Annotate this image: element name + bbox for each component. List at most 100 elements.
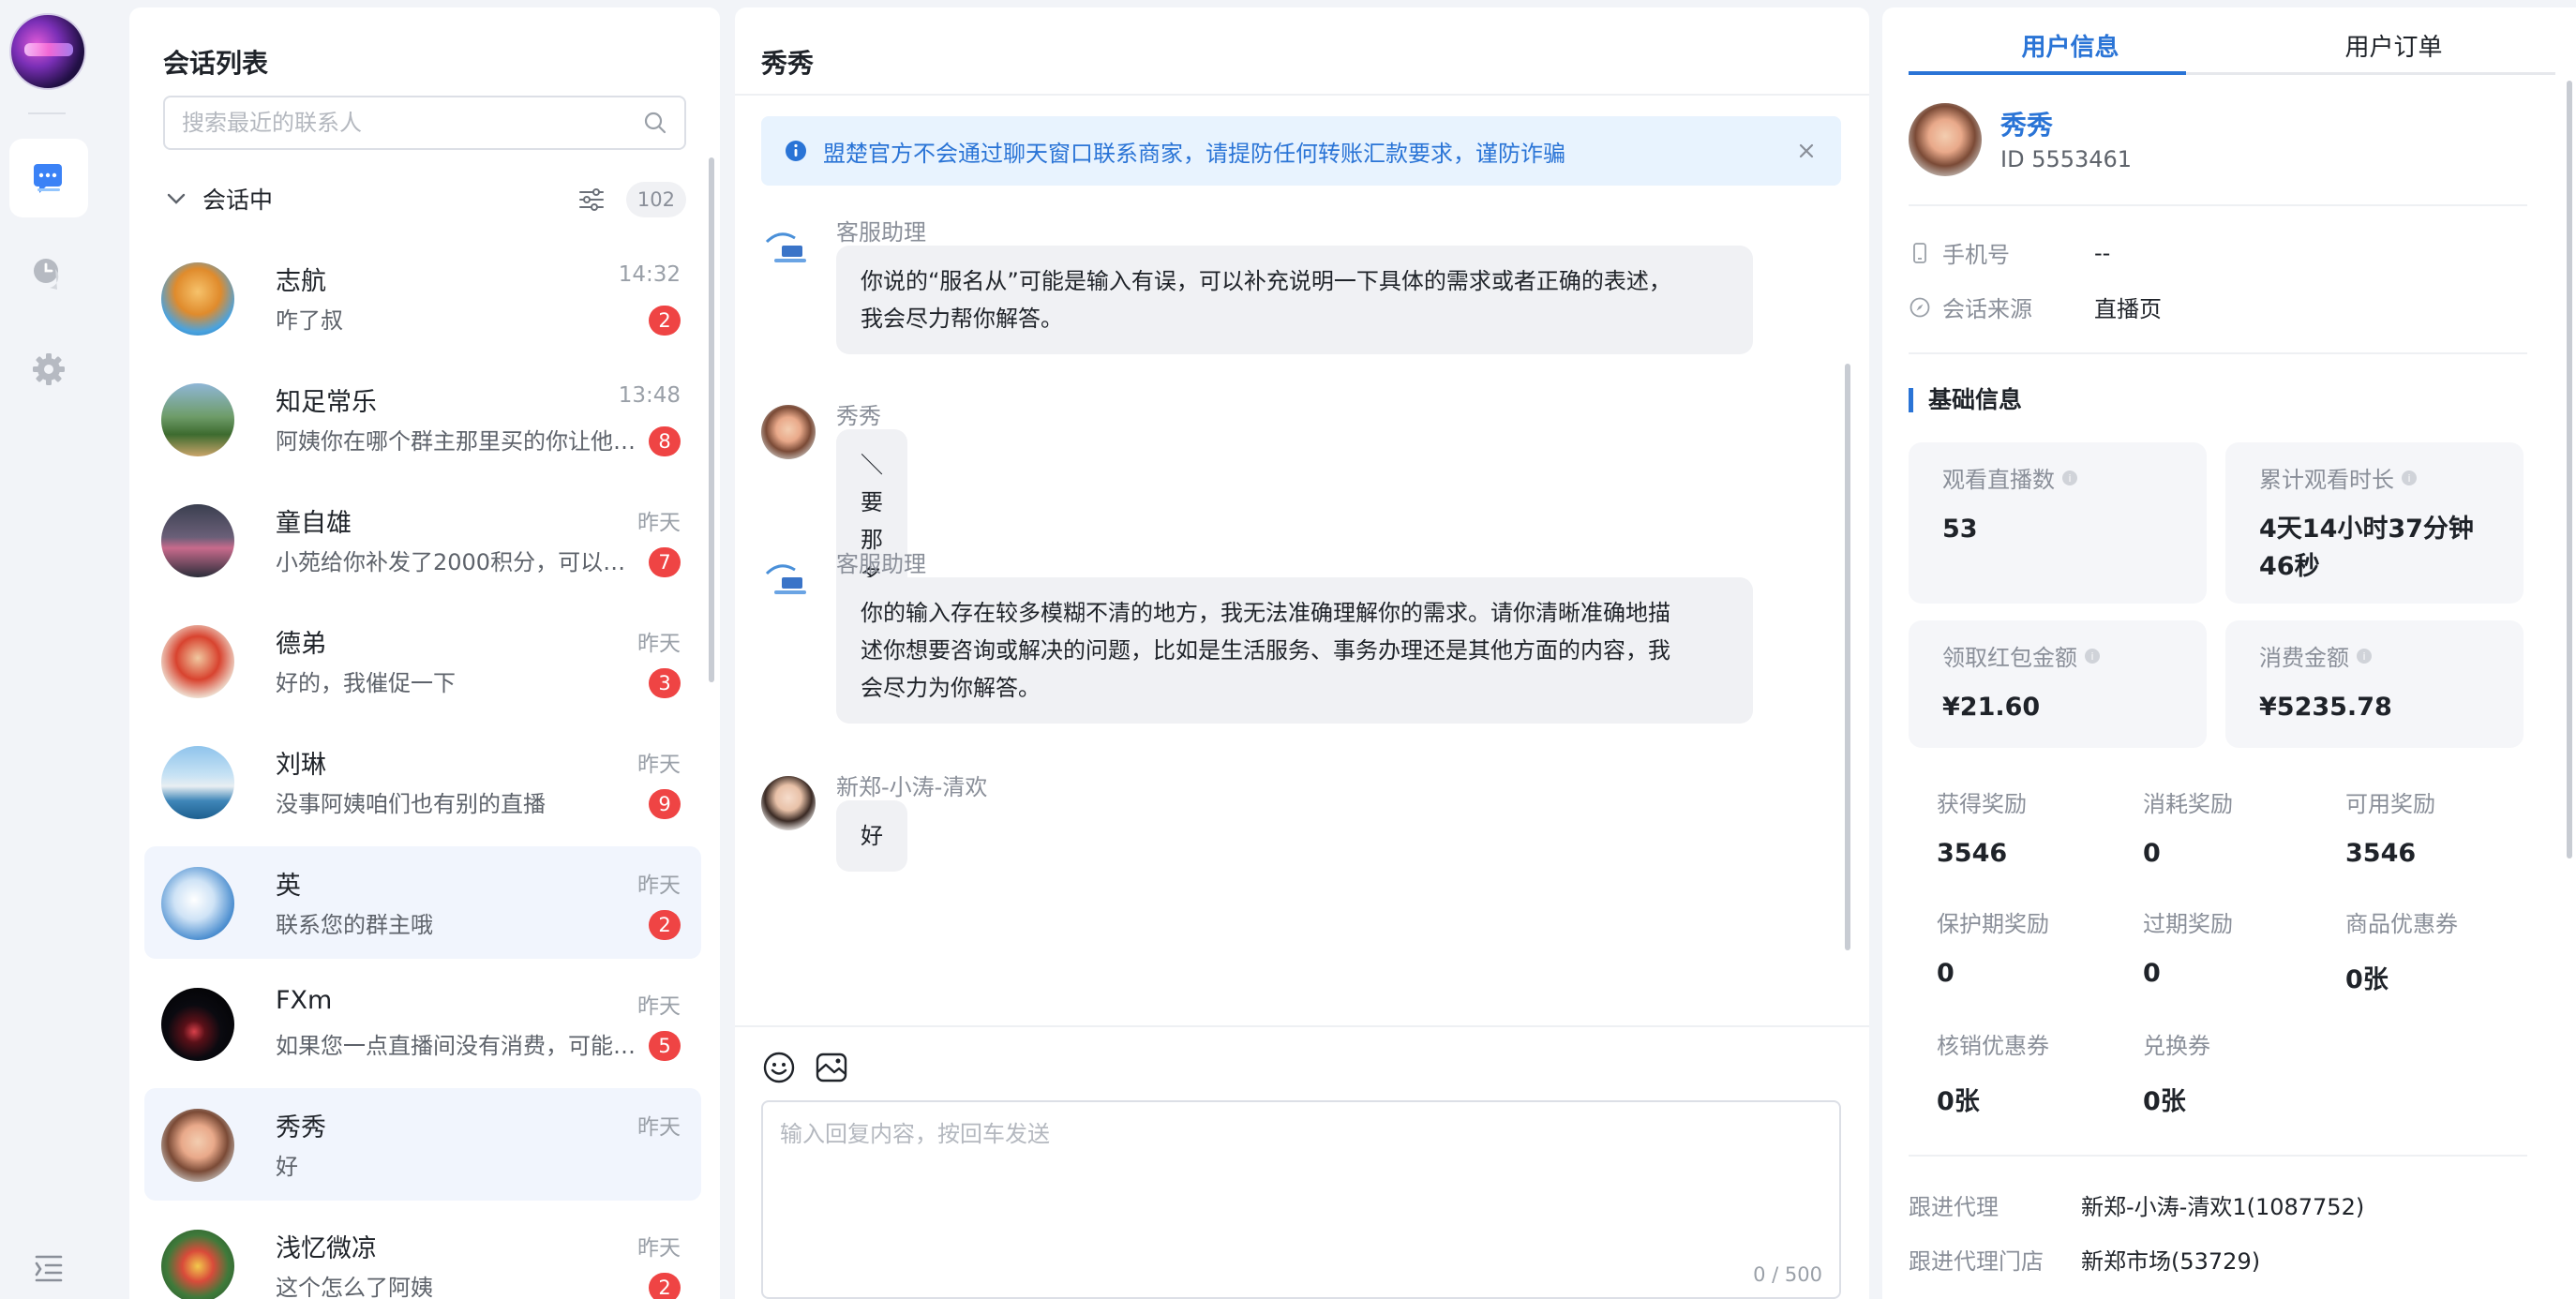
conversation-item[interactable]: 英 昨天 联系您的群主哦 2 (144, 846, 701, 959)
message-sender: 客服助理 (836, 551, 926, 577)
reward-value: 0张 (2143, 1087, 2186, 1116)
phone-label: 手机号 (1942, 242, 2010, 268)
conversation-item[interactable]: 刘琳 昨天 没事阿姨咱们也有别的直播 9 (144, 725, 701, 838)
conversation-scrollbar[interactable] (709, 157, 714, 682)
reward-label: 可用奖励 (2345, 791, 2435, 817)
workspace-avatar[interactable] (9, 13, 86, 90)
unread-badge: 3 (649, 668, 681, 698)
close-icon[interactable] (1794, 139, 1819, 163)
stat-label: 领取红包金额 (1942, 645, 2077, 671)
rail-history-button[interactable] (9, 234, 88, 313)
svg-text:i: i (2090, 650, 2093, 663)
reward-stat: 商品优惠券 0张 (2345, 905, 2552, 995)
conversation-time: 昨天 (637, 632, 681, 656)
section-label: 会话中 (202, 187, 274, 214)
chat-scrollbar[interactable] (1845, 364, 1850, 950)
unread-badge: 2 (649, 910, 681, 940)
history-icon (34, 259, 59, 290)
image-icon[interactable] (814, 1050, 849, 1085)
stat-card-red-packet: 领取红包金额 i ¥21.60 (1909, 620, 2207, 748)
contact-avatar (161, 383, 234, 456)
gear-icon (33, 353, 65, 385)
reward-label: 兑换券 (2143, 1033, 2210, 1059)
chat-panel: 秀秀 盟楚官方不会通过聊天窗口联系商家，请提防任何转账汇款要求，谨防诈骗 客服助… (735, 7, 1869, 1299)
conversation-time: 昨天 (637, 994, 681, 1019)
char-counter: 0 / 500 (1753, 1263, 1822, 1286)
active-section-header[interactable]: 会话中 102 (163, 174, 686, 223)
help-icon[interactable]: i (2355, 647, 2374, 665)
message-bubble: 你的输入存在较多模糊不清的地方，我无法准确理解你的需求。请你清晰准确地描 述你想… (836, 577, 1753, 724)
source-label: 会话来源 (1942, 296, 2032, 322)
conversation-preview: 没事阿姨咱们也有别的直播 (276, 791, 546, 817)
user-tabs: 用户信息 用户订单 (1909, 7, 2555, 75)
conversation-item[interactable]: 秀秀 昨天 好 (144, 1088, 701, 1201)
contact-name: 德弟 (276, 630, 326, 659)
rail-collapse-button[interactable] (9, 1228, 88, 1299)
svg-text:i: i (2068, 472, 2071, 485)
agent-row: 跟进代理 新郑-小涛-清欢1(1087752) (1909, 1188, 2364, 1221)
message-line: 述你想要咨询或解决的问题，比如是生活服务、事务办理还是其他方面的内容，我 (861, 637, 1670, 664)
chat-header-divider (735, 94, 1869, 96)
user-name: 秀秀 (2000, 110, 2054, 141)
contact-name: 童自雄 (276, 509, 352, 538)
conversation-item[interactable]: FXm 昨天 如果您一点直播间没有消费，可能… 5 (144, 967, 701, 1080)
help-icon[interactable]: i (2060, 469, 2079, 487)
help-icon[interactable]: i (2400, 469, 2419, 487)
help-icon[interactable]: i (2083, 647, 2102, 665)
message-line: 会尽力为你解答。 (861, 675, 1041, 701)
search-input[interactable] (182, 110, 643, 136)
conversation-preview: 小苑给你补发了2000积分，可以… (276, 549, 626, 575)
contact-avatar (161, 988, 234, 1061)
filter-icon[interactable] (577, 186, 606, 214)
conversation-preview: 如果您一点直播间没有消费，可能… (276, 1033, 636, 1059)
reward-value: 0张 (1937, 1087, 1980, 1116)
store-value: 新郑市场(53729) (2081, 1248, 2261, 1275)
conversation-item[interactable]: 童自雄 昨天 小苑给你补发了2000积分，可以… 7 (144, 484, 701, 596)
conversation-item[interactable]: 浅忆微凉 昨天 这个怎么了阿姨 2 (144, 1209, 701, 1299)
reply-box[interactable]: 0 / 500 (761, 1100, 1841, 1299)
rail-settings-button[interactable] (9, 330, 88, 409)
conversation-time: 昨天 (637, 753, 681, 777)
stat-value: 4天14小时37分钟46秒 (2259, 515, 2474, 581)
reply-input[interactable] (763, 1102, 1839, 1297)
stat-label: 消费金额 (2259, 645, 2349, 671)
emoji-icon[interactable] (761, 1050, 797, 1085)
store-label: 跟进代理门店 (1909, 1248, 2044, 1275)
search-box[interactable] (163, 96, 686, 150)
conversation-item[interactable]: 知足常乐 13:48 阿姨你在哪个群主那里买的你让他… 8 (144, 363, 701, 475)
stat-value: 53 (1942, 515, 1978, 544)
tab-user-orders[interactable]: 用户订单 (2232, 28, 2555, 63)
tab-user-info[interactable]: 用户信息 (1909, 28, 2232, 63)
reward-label: 获得奖励 (1937, 791, 2027, 817)
safety-notice-text: 盟楚官方不会通过聊天窗口联系商家，请提防任何转账汇款要求，谨防诈骗 (823, 140, 1565, 167)
left-rail (0, 0, 129, 1299)
contact-avatar (161, 1230, 234, 1299)
assistant-logo-icon (765, 232, 806, 262)
conversation-item[interactable]: 德弟 昨天 好的，我催促一下 3 (144, 605, 701, 717)
agent-avatar (761, 776, 816, 830)
unread-badge: 8 (649, 426, 681, 456)
reward-stat: 兑换券 0张 (2143, 1027, 2349, 1117)
conversation-list-title: 会话列表 (163, 48, 269, 79)
contact-avatar (161, 1109, 234, 1182)
message-bubble: 你说的“服名从”可能是输入有误，可以补充说明一下具体的需求或者正确的表述， 我会… (836, 246, 1753, 354)
chevron-down-icon[interactable] (163, 186, 189, 212)
message-line: 我会尽力帮你解答。 (861, 306, 1063, 332)
rail-chat-button[interactable] (9, 139, 88, 217)
contact-avatar (161, 746, 234, 819)
conversation-item[interactable]: 志航 14:32 咋了叔 2 (144, 242, 701, 354)
info-scrollbar[interactable] (2567, 81, 2572, 859)
user-avatar (761, 405, 816, 459)
contact-name: 志航 (276, 267, 326, 296)
contact-name: 刘琳 (276, 751, 326, 780)
stat-label: 累计观看时长 (2259, 467, 2394, 493)
store-row: 跟进代理门店 新郑市场(53729) (1909, 1243, 2260, 1276)
search-icon[interactable] (643, 111, 667, 135)
source-row: 会话来源 直播页 (1909, 291, 2162, 323)
stat-card-spend: 消费金额 i ¥5235.78 (2225, 620, 2524, 748)
user-avatar (1909, 103, 1982, 176)
stat-card-watch-duration: 累计观看时长 i 4天14小时37分钟46秒 (2225, 442, 2524, 604)
stat-value: ¥5235.78 (2259, 693, 2392, 722)
stat-card-watch-count: 观看直播数 i 53 (1909, 442, 2207, 604)
reward-stat: 核销优惠券 0张 (1937, 1027, 2143, 1117)
